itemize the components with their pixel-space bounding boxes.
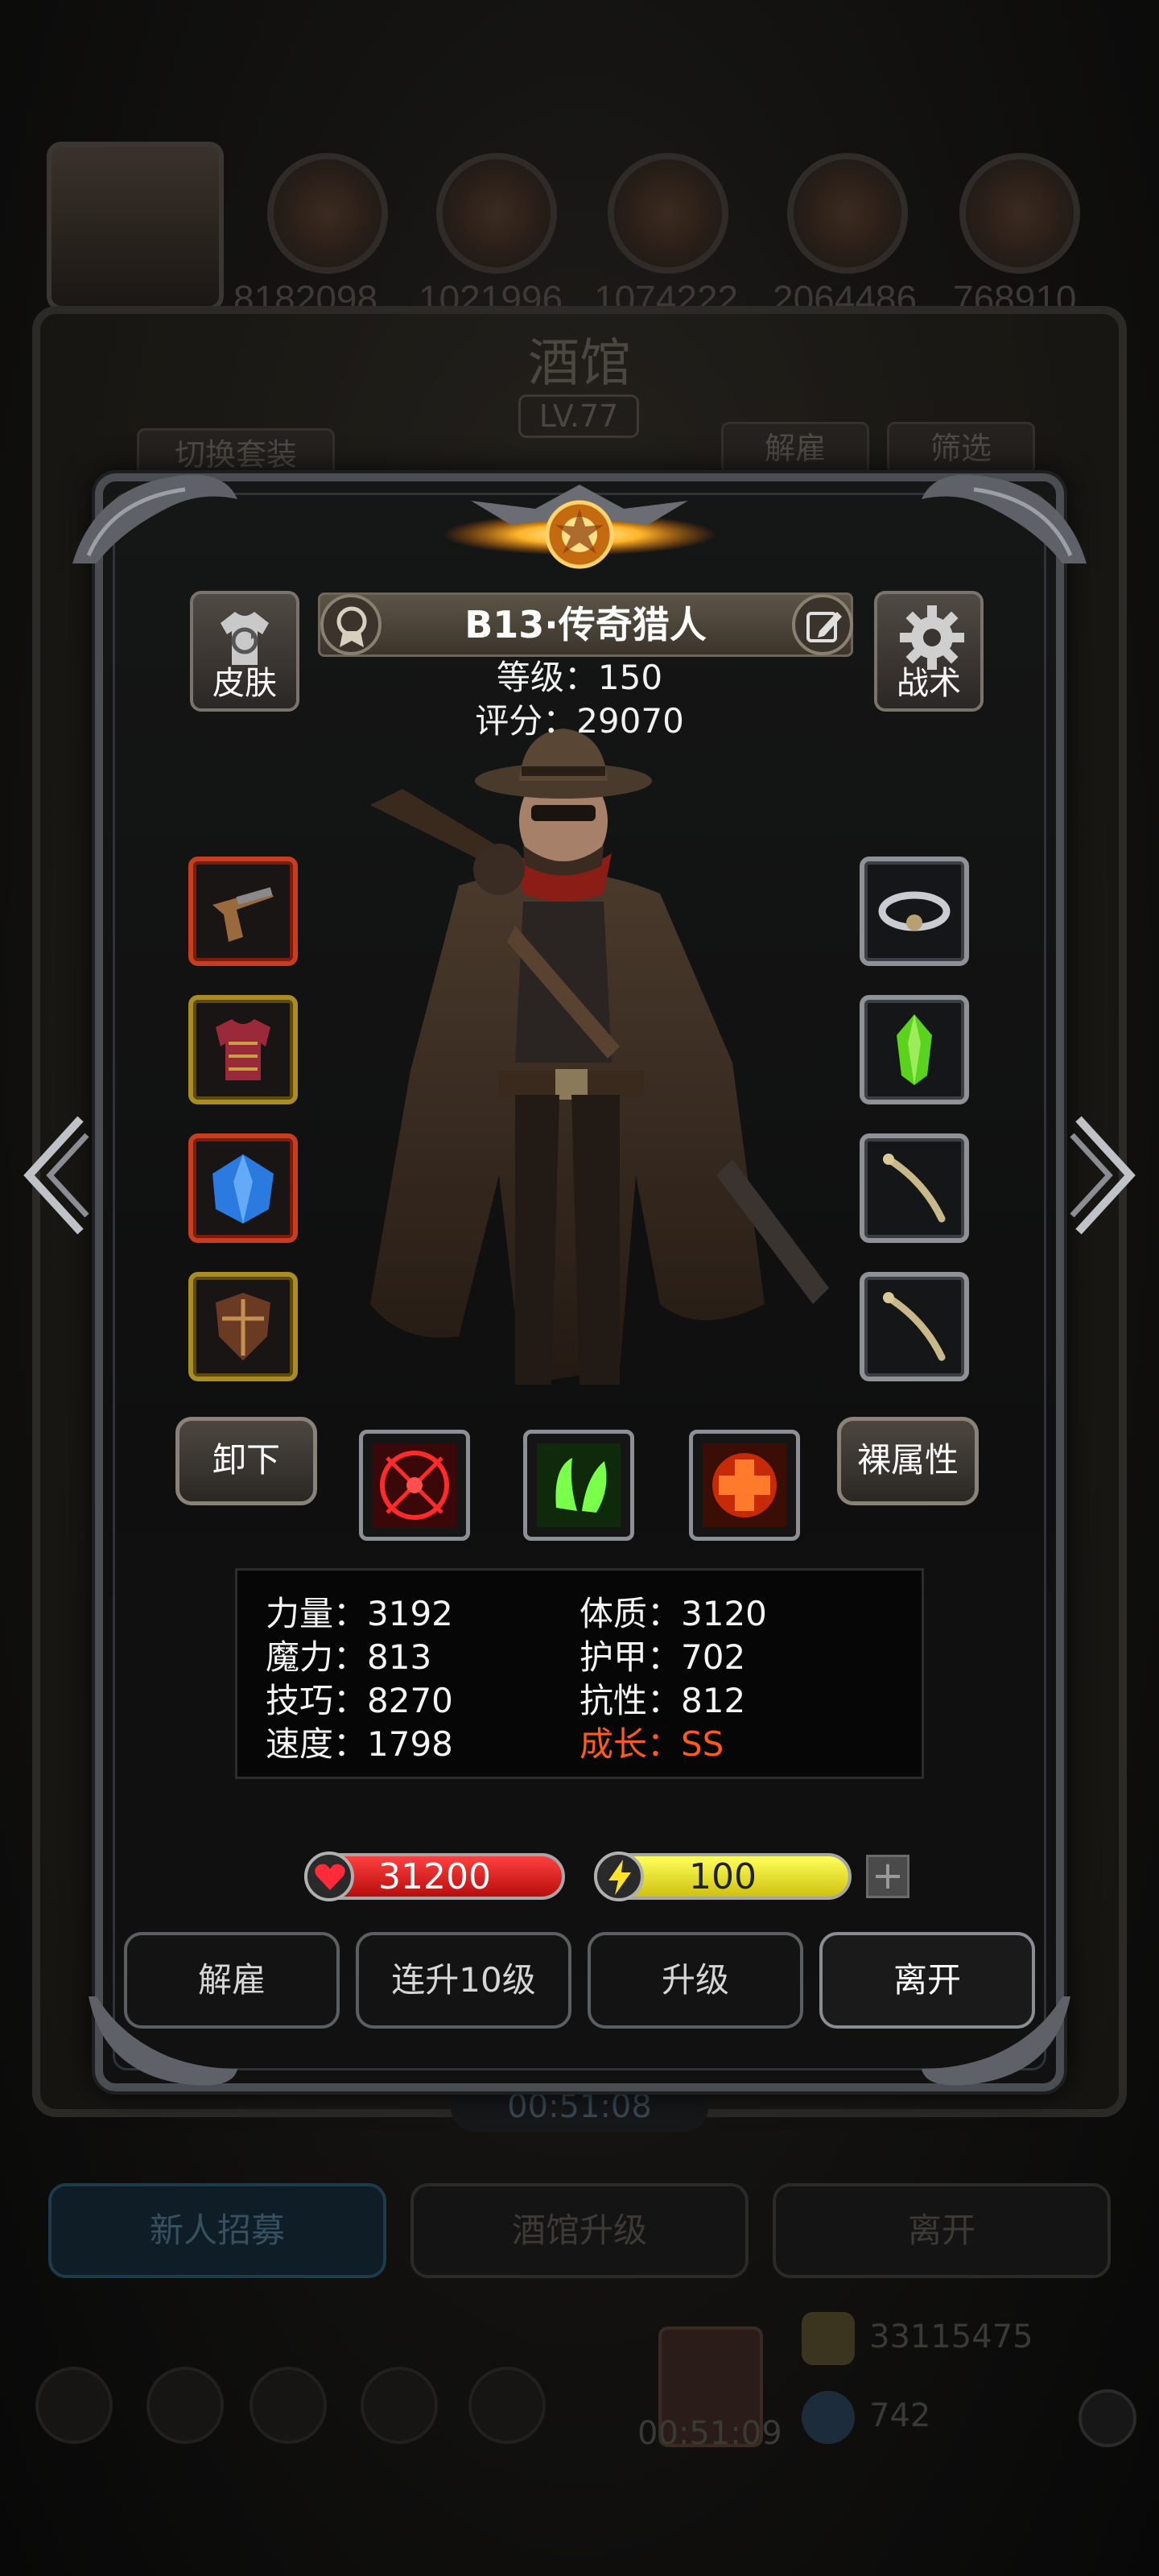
bolt-shape-icon <box>608 1860 631 1895</box>
bg-gem-icon <box>802 2391 855 2444</box>
hero-name: B13·传奇猎人 <box>318 592 853 657</box>
rename-button[interactable] <box>792 594 853 655</box>
equip-slot-weapon[interactable] <box>188 857 298 966</box>
equip-slot-charm-2[interactable] <box>860 1272 969 1381</box>
hero-score: 评分：29070 <box>475 701 684 741</box>
skin-button[interactable]: 皮肤 <box>190 591 299 712</box>
bg-tab-upgrade: 酒馆升级 <box>410 2183 749 2278</box>
bg-dock-icon <box>361 2367 438 2444</box>
bg-tavern-level: LV.77 <box>518 394 639 438</box>
bg-gold-icon <box>802 2312 855 2365</box>
leave-button[interactable]: 离开 <box>819 1932 1035 2029</box>
previous-hero-arrow-icon[interactable] <box>18 1111 90 1240</box>
bg-add-icon <box>1079 2389 1136 2447</box>
skill-slot-2[interactable] <box>523 1430 634 1541</box>
heart-shape-icon <box>315 1864 345 1890</box>
bg-dismiss-button: 解雇 <box>721 422 869 475</box>
stat-growth: 成长：SS <box>580 1724 724 1764</box>
hero-level: 等级：150 <box>496 658 663 697</box>
skill-slot-3[interactable] <box>689 1430 800 1541</box>
bg-gold-amount: 33115475 <box>869 2318 1033 2355</box>
level-up-10-button[interactable]: 连升10级 <box>356 1932 571 2029</box>
frame-ornament-icon <box>72 474 237 564</box>
medal-icon <box>336 606 367 647</box>
stat-strength: 力量：3192 <box>266 1594 453 1633</box>
stat-armor: 护甲：702 <box>580 1637 746 1677</box>
bg-resource-icon <box>436 153 557 274</box>
bg-hero-avatar <box>47 142 224 311</box>
bg-dock-timer: 00:51:09 <box>637 2415 782 2452</box>
bone-charm-icon <box>883 1292 946 1361</box>
equip-slot-charm-1[interactable] <box>860 1133 969 1243</box>
skin-button-label: 皮肤 <box>212 665 277 702</box>
skill-slot-1[interactable] <box>359 1430 470 1541</box>
equip-slot-shield[interactable] <box>188 1272 298 1381</box>
crest-emblem-icon <box>443 485 716 569</box>
lightning-icon <box>594 1852 644 1901</box>
flintlock-pistol-icon <box>212 887 274 942</box>
equip-slot-ring[interactable] <box>860 857 969 966</box>
green-claw-icon <box>537 1443 621 1527</box>
unequip-button[interactable]: 卸下 <box>175 1417 317 1505</box>
badge-icon[interactable] <box>320 594 382 655</box>
red-cross-icon <box>703 1443 786 1527</box>
base-attributes-button[interactable]: 裸属性 <box>837 1417 979 1505</box>
tactics-button-label: 战术 <box>897 665 961 702</box>
bg-dock-icon <box>146 2367 224 2444</box>
bg-tavern-title: 酒馆 <box>528 334 631 394</box>
frame-ornament-icon <box>922 474 1087 564</box>
add-energy-button[interactable]: + <box>866 1855 909 1898</box>
bg-resource-icon <box>787 153 908 274</box>
bg-dock-icon <box>35 2367 113 2444</box>
stat-constitution: 体质：3120 <box>580 1594 767 1633</box>
equip-slot-armor[interactable] <box>188 995 298 1104</box>
bg-tab-recruit: 新人招募 <box>48 2183 386 2278</box>
equip-slot-gem[interactable] <box>188 1133 298 1243</box>
bg-gem-amount: 742 <box>869 2397 931 2434</box>
bg-dock-icon <box>250 2367 327 2444</box>
bg-tab-leave: 离开 <box>773 2183 1111 2278</box>
hero-portrait <box>370 729 829 1385</box>
equip-slot-crystal[interactable] <box>860 995 969 1104</box>
bg-resource-icon <box>959 153 1080 274</box>
stat-skill: 技巧：8270 <box>266 1681 453 1720</box>
bone-charm-icon <box>883 1154 946 1223</box>
red-armor-icon <box>216 1019 270 1080</box>
dismiss-button[interactable]: 解雇 <box>124 1932 340 2029</box>
level-up-button[interactable]: 升级 <box>588 1932 803 2029</box>
stat-speed: 速度：1798 <box>266 1724 453 1764</box>
heart-icon <box>304 1852 354 1901</box>
tactics-button[interactable]: 战术 <box>874 591 984 712</box>
bg-resource-icon <box>608 153 728 274</box>
bg-resource-icon <box>267 153 388 274</box>
storm-ring-icon <box>878 891 951 931</box>
stat-resistance: 抗性：812 <box>580 1681 746 1720</box>
next-hero-arrow-icon[interactable] <box>1069 1111 1141 1240</box>
bg-dock-icon <box>468 2367 546 2444</box>
edit-icon <box>806 612 842 642</box>
red-target-icon <box>373 1443 456 1527</box>
green-crystal-icon <box>897 1014 932 1085</box>
stat-magic: 魔力：813 <box>266 1637 432 1677</box>
wooden-shield-icon <box>216 1293 270 1360</box>
blue-gem-icon <box>212 1154 274 1224</box>
